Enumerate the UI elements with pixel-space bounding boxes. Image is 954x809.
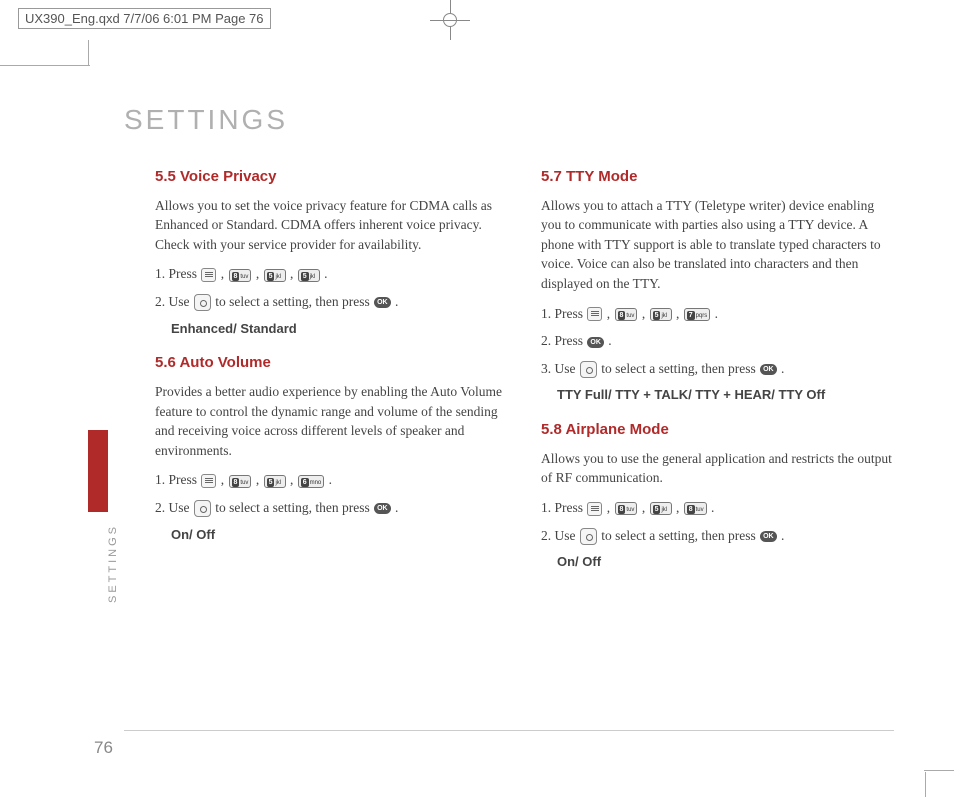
options-5-5: Enhanced/ Standard (171, 320, 509, 339)
options-5-8: On/ Off (557, 553, 895, 572)
text: . (708, 500, 715, 515)
options-5-6: On/ Off (171, 526, 509, 545)
desc-5-7: Allows you to attach a TTY (Teletype wri… (541, 196, 895, 294)
crop-mark-tl (0, 65, 90, 66)
text: , (287, 472, 297, 487)
text: , (638, 500, 648, 515)
right-column: 5.7 TTY Mode Allows you to attach a TTY … (541, 166, 895, 582)
text: 3. Use (541, 361, 579, 376)
page-title: SETTINGS (124, 104, 288, 136)
text: 2. Use (541, 528, 579, 543)
menu-key-icon (587, 502, 602, 516)
text: , (252, 266, 262, 281)
text: 2. Use (155, 294, 193, 309)
text: to select a setting, then press (212, 500, 373, 515)
key-8-icon: 8tuv (615, 502, 638, 515)
text: 1. Press (541, 500, 586, 515)
menu-key-icon (201, 268, 216, 282)
ok-key-icon: OK (760, 364, 777, 375)
step-5-7-2: 2. Press OK . (541, 331, 895, 351)
step-5-7-1: 1. Press , 8tuv , 5jkl , 7pqrs . (541, 304, 895, 324)
step-5-5-2: 2. Use to select a setting, then press O… (155, 292, 509, 312)
text: , (217, 472, 227, 487)
heading-5-5: 5.5 Voice Privacy (155, 166, 509, 188)
menu-key-icon (201, 474, 216, 488)
desc-5-8: Allows you to use the general applicatio… (541, 449, 895, 488)
text: . (392, 500, 399, 515)
text: to select a setting, then press (212, 294, 373, 309)
ok-key-icon: OK (760, 531, 777, 542)
desc-5-6: Provides a better audio experience by en… (155, 382, 509, 460)
side-label: SETTINGS (107, 524, 119, 603)
nav-key-icon (580, 528, 597, 545)
side-tab (88, 430, 108, 512)
step-5-8-2: 2. Use to select a setting, then press O… (541, 526, 895, 546)
heading-5-6: 5.6 Auto Volume (155, 352, 509, 374)
crop-mark-br (924, 770, 954, 771)
text: , (287, 266, 297, 281)
footer-rule (124, 730, 894, 731)
text: 1. Press (155, 266, 200, 281)
heading-5-7: 5.7 TTY Mode (541, 166, 895, 188)
desc-5-5: Allows you to set the voice privacy feat… (155, 196, 509, 255)
key-5-icon: 5jkl (650, 502, 672, 515)
key-5-icon: 5jkl (650, 308, 672, 321)
text: . (325, 472, 332, 487)
step-5-6-1: 1. Press , 8tuv , 5jkl , 6mno . (155, 470, 509, 490)
step-5-7-3: 3. Use to select a setting, then press O… (541, 359, 895, 379)
step-5-6-2: 2. Use to select a setting, then press O… (155, 498, 509, 518)
nav-key-icon (194, 294, 211, 311)
text: 2. Press (541, 333, 586, 348)
nav-key-icon (194, 500, 211, 517)
text: . (778, 528, 785, 543)
text: . (605, 333, 612, 348)
text: , (673, 306, 683, 321)
text: 1. Press (155, 472, 200, 487)
text: . (321, 266, 328, 281)
text: . (711, 306, 718, 321)
text: to select a setting, then press (598, 528, 759, 543)
key-8-icon: 8tuv (229, 475, 252, 488)
text: . (778, 361, 785, 376)
content-columns: 5.5 Voice Privacy Allows you to set the … (155, 166, 895, 582)
ok-key-icon: OK (374, 503, 391, 514)
key-5-icon: 5jkl (298, 269, 320, 282)
text: , (673, 500, 683, 515)
text: 1. Press (541, 306, 586, 321)
step-5-8-1: 1. Press , 8tuv , 5jkl , 8tuv . (541, 498, 895, 518)
ok-key-icon: OK (374, 297, 391, 308)
key-8-icon: 8tuv (229, 269, 252, 282)
text: to select a setting, then press (598, 361, 759, 376)
heading-5-8: 5.8 Airplane Mode (541, 419, 895, 441)
nav-key-icon (580, 361, 597, 378)
key-5-icon: 5jkl (264, 269, 286, 282)
key-6-icon: 6mno (298, 475, 325, 488)
text: , (603, 500, 613, 515)
key-7-icon: 7pqrs (684, 308, 711, 321)
key-8-icon: 8tuv (615, 308, 638, 321)
text: , (638, 306, 648, 321)
left-column: 5.5 Voice Privacy Allows you to set the … (155, 166, 509, 582)
step-5-5-1: 1. Press , 8tuv , 5jkl , 5jkl . (155, 264, 509, 284)
text: , (603, 306, 613, 321)
key-8-icon: 8tuv (684, 502, 707, 515)
text: , (217, 266, 227, 281)
options-5-7: TTY Full/ TTY + TALK/ TTY + HEAR/ TTY Of… (557, 386, 895, 405)
text: 2. Use (155, 500, 193, 515)
print-header: UX390_Eng.qxd 7/7/06 6:01 PM Page 76 (18, 8, 271, 29)
text: . (392, 294, 399, 309)
menu-key-icon (587, 307, 602, 321)
key-5-icon: 5jkl (264, 475, 286, 488)
text: , (252, 472, 262, 487)
page-number: 76 (94, 738, 113, 758)
ok-key-icon: OK (587, 337, 604, 348)
